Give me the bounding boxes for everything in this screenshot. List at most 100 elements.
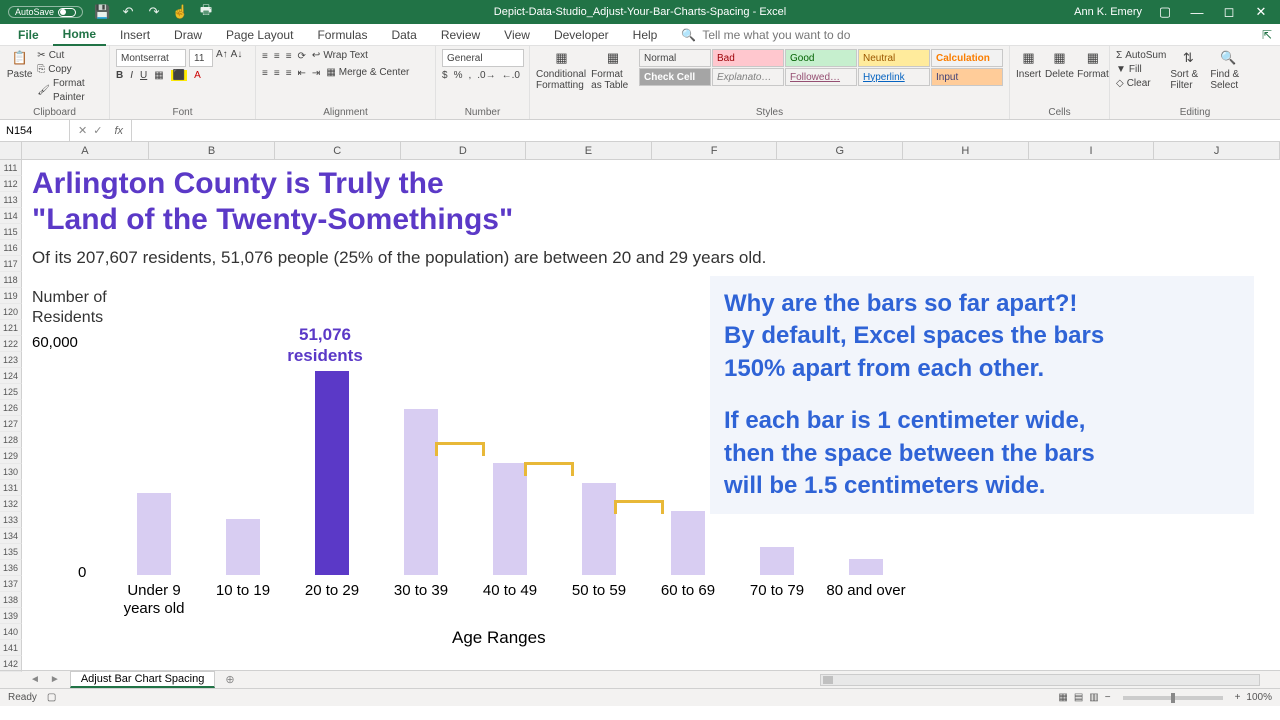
row-header[interactable]: 128 bbox=[0, 432, 22, 448]
decrease-font-icon[interactable]: A↓ bbox=[231, 49, 243, 67]
style-input[interactable]: Input bbox=[931, 68, 1003, 86]
merge-center-button[interactable]: ▦Merge & Center bbox=[326, 66, 409, 80]
inc-decimal-icon[interactable]: .0→ bbox=[477, 70, 495, 81]
col-header[interactable]: E bbox=[526, 142, 652, 159]
align-center-icon[interactable]: ≡ bbox=[274, 68, 280, 79]
col-header[interactable]: J bbox=[1154, 142, 1280, 159]
add-sheet-icon[interactable]: ⊕ bbox=[225, 673, 234, 686]
col-header[interactable]: H bbox=[903, 142, 1029, 159]
style-hyperlink[interactable]: Hyperlink bbox=[858, 68, 930, 86]
percent-icon[interactable]: % bbox=[454, 70, 463, 81]
font-color-button[interactable]: A bbox=[194, 70, 201, 81]
style-good[interactable]: Good bbox=[785, 49, 857, 67]
cancel-formula-icon[interactable]: ✕ bbox=[78, 124, 87, 137]
currency-icon[interactable]: $ bbox=[442, 70, 448, 81]
indent-inc-icon[interactable]: ⇥ bbox=[312, 68, 320, 79]
tab-file[interactable]: File bbox=[8, 25, 49, 45]
format-as-table-button[interactable]: ▦Format as Table bbox=[591, 49, 635, 91]
tab-draw[interactable]: Draw bbox=[164, 25, 212, 45]
col-header[interactable]: C bbox=[275, 142, 401, 159]
copy-button[interactable]: ⎘Copy bbox=[37, 63, 103, 77]
tab-scroll-left-icon[interactable]: ◄ bbox=[30, 674, 40, 685]
row-header[interactable]: 112 bbox=[0, 176, 22, 192]
style-bad[interactable]: Bad bbox=[712, 49, 784, 67]
underline-button[interactable]: U bbox=[140, 70, 147, 81]
align-right-icon[interactable]: ≡ bbox=[286, 68, 292, 79]
align-bot-icon[interactable]: ≡ bbox=[286, 51, 292, 62]
col-header[interactable]: D bbox=[401, 142, 527, 159]
font-size-select[interactable]: 11 bbox=[189, 49, 213, 67]
row-header[interactable]: 117 bbox=[0, 256, 22, 272]
tab-help[interactable]: Help bbox=[623, 25, 668, 45]
align-top-icon[interactable]: ≡ bbox=[262, 51, 268, 62]
style-calculation[interactable]: Calculation bbox=[931, 49, 1003, 67]
delete-cells-button[interactable]: ▦Delete bbox=[1045, 49, 1074, 80]
paste-button[interactable]: 📋Paste bbox=[6, 49, 33, 80]
row-header[interactable]: 126 bbox=[0, 400, 22, 416]
tab-insert[interactable]: Insert bbox=[110, 25, 160, 45]
sheet-tab-active[interactable]: Adjust Bar Chart Spacing bbox=[70, 671, 216, 688]
row-header[interactable]: 142 bbox=[0, 656, 22, 672]
comma-icon[interactable]: , bbox=[468, 70, 471, 81]
style-neutral[interactable]: Neutral bbox=[858, 49, 930, 67]
fx-icon[interactable]: fx bbox=[108, 125, 123, 137]
row-header[interactable]: 120 bbox=[0, 304, 22, 320]
enter-formula-icon[interactable]: ✓ bbox=[93, 124, 102, 137]
row-header[interactable]: 134 bbox=[0, 528, 22, 544]
row-header[interactable]: 133 bbox=[0, 512, 22, 528]
row-header[interactable]: 141 bbox=[0, 640, 22, 656]
insert-cells-button[interactable]: ▦Insert bbox=[1016, 49, 1041, 80]
ribbon-options-icon[interactable]: ▢ bbox=[1156, 3, 1174, 21]
maximize-icon[interactable]: ◻ bbox=[1220, 3, 1238, 21]
select-all-corner[interactable] bbox=[0, 142, 22, 159]
tell-me-search[interactable]: 🔍Tell me what you want to do bbox=[681, 28, 850, 42]
sheet-canvas[interactable]: Arlington County is Truly the "Land of t… bbox=[22, 160, 1280, 670]
row-header[interactable]: 127 bbox=[0, 416, 22, 432]
row-header[interactable]: 116 bbox=[0, 240, 22, 256]
number-format-select[interactable]: General bbox=[442, 49, 524, 67]
style-explanatory[interactable]: Explanato… bbox=[712, 68, 784, 86]
tab-scroll-right-icon[interactable]: ► bbox=[50, 674, 60, 685]
row-header[interactable]: 125 bbox=[0, 384, 22, 400]
minimize-icon[interactable]: — bbox=[1188, 3, 1206, 21]
col-header[interactable]: A bbox=[22, 142, 150, 159]
zoom-out-icon[interactable]: − bbox=[1105, 692, 1111, 703]
row-header[interactable]: 140 bbox=[0, 624, 22, 640]
tab-developer[interactable]: Developer bbox=[544, 25, 619, 45]
align-mid-icon[interactable]: ≡ bbox=[274, 51, 280, 62]
row-header[interactable]: 122 bbox=[0, 336, 22, 352]
row-header[interactable]: 135 bbox=[0, 544, 22, 560]
fill-button[interactable]: ▼Fill bbox=[1116, 63, 1166, 77]
font-name-select[interactable]: Montserrat bbox=[116, 49, 186, 67]
col-header[interactable]: I bbox=[1029, 142, 1155, 159]
undo-icon[interactable]: ↶ bbox=[119, 3, 137, 21]
clear-button[interactable]: ◇Clear bbox=[1116, 77, 1166, 91]
cut-button[interactable]: ✂Cut bbox=[37, 49, 103, 63]
row-header[interactable]: 119 bbox=[0, 288, 22, 304]
row-header[interactable]: 129 bbox=[0, 448, 22, 464]
tab-home[interactable]: Home bbox=[53, 24, 106, 46]
row-header[interactable]: 111 bbox=[0, 160, 22, 176]
style-check-cell[interactable]: Check Cell bbox=[639, 68, 711, 86]
row-header[interactable]: 123 bbox=[0, 352, 22, 368]
row-header[interactable]: 132 bbox=[0, 496, 22, 512]
page-break-view-icon[interactable]: ▥ bbox=[1089, 692, 1098, 703]
dec-decimal-icon[interactable]: ←.0 bbox=[502, 70, 520, 81]
user-name[interactable]: Ann K. Emery bbox=[1074, 6, 1142, 18]
name-box[interactable]: N154 bbox=[0, 120, 70, 141]
autosum-button[interactable]: ΣAutoSum bbox=[1116, 49, 1166, 63]
row-header[interactable]: 136 bbox=[0, 560, 22, 576]
tab-data[interactable]: Data bbox=[381, 25, 426, 45]
align-left-icon[interactable]: ≡ bbox=[262, 68, 268, 79]
format-cells-button[interactable]: ▦Format bbox=[1078, 49, 1108, 80]
row-header[interactable]: 138 bbox=[0, 592, 22, 608]
touch-icon[interactable]: ☝ bbox=[171, 3, 189, 21]
tab-review[interactable]: Review bbox=[431, 25, 490, 45]
row-header[interactable]: 121 bbox=[0, 320, 22, 336]
normal-view-icon[interactable]: ▦ bbox=[1058, 692, 1067, 703]
col-header[interactable]: G bbox=[777, 142, 903, 159]
page-layout-view-icon[interactable]: ▤ bbox=[1074, 692, 1083, 703]
fill-color-button[interactable]: ⬛ bbox=[171, 70, 187, 81]
col-header[interactable]: F bbox=[652, 142, 778, 159]
share-icon[interactable]: ⇱ bbox=[1262, 28, 1280, 42]
